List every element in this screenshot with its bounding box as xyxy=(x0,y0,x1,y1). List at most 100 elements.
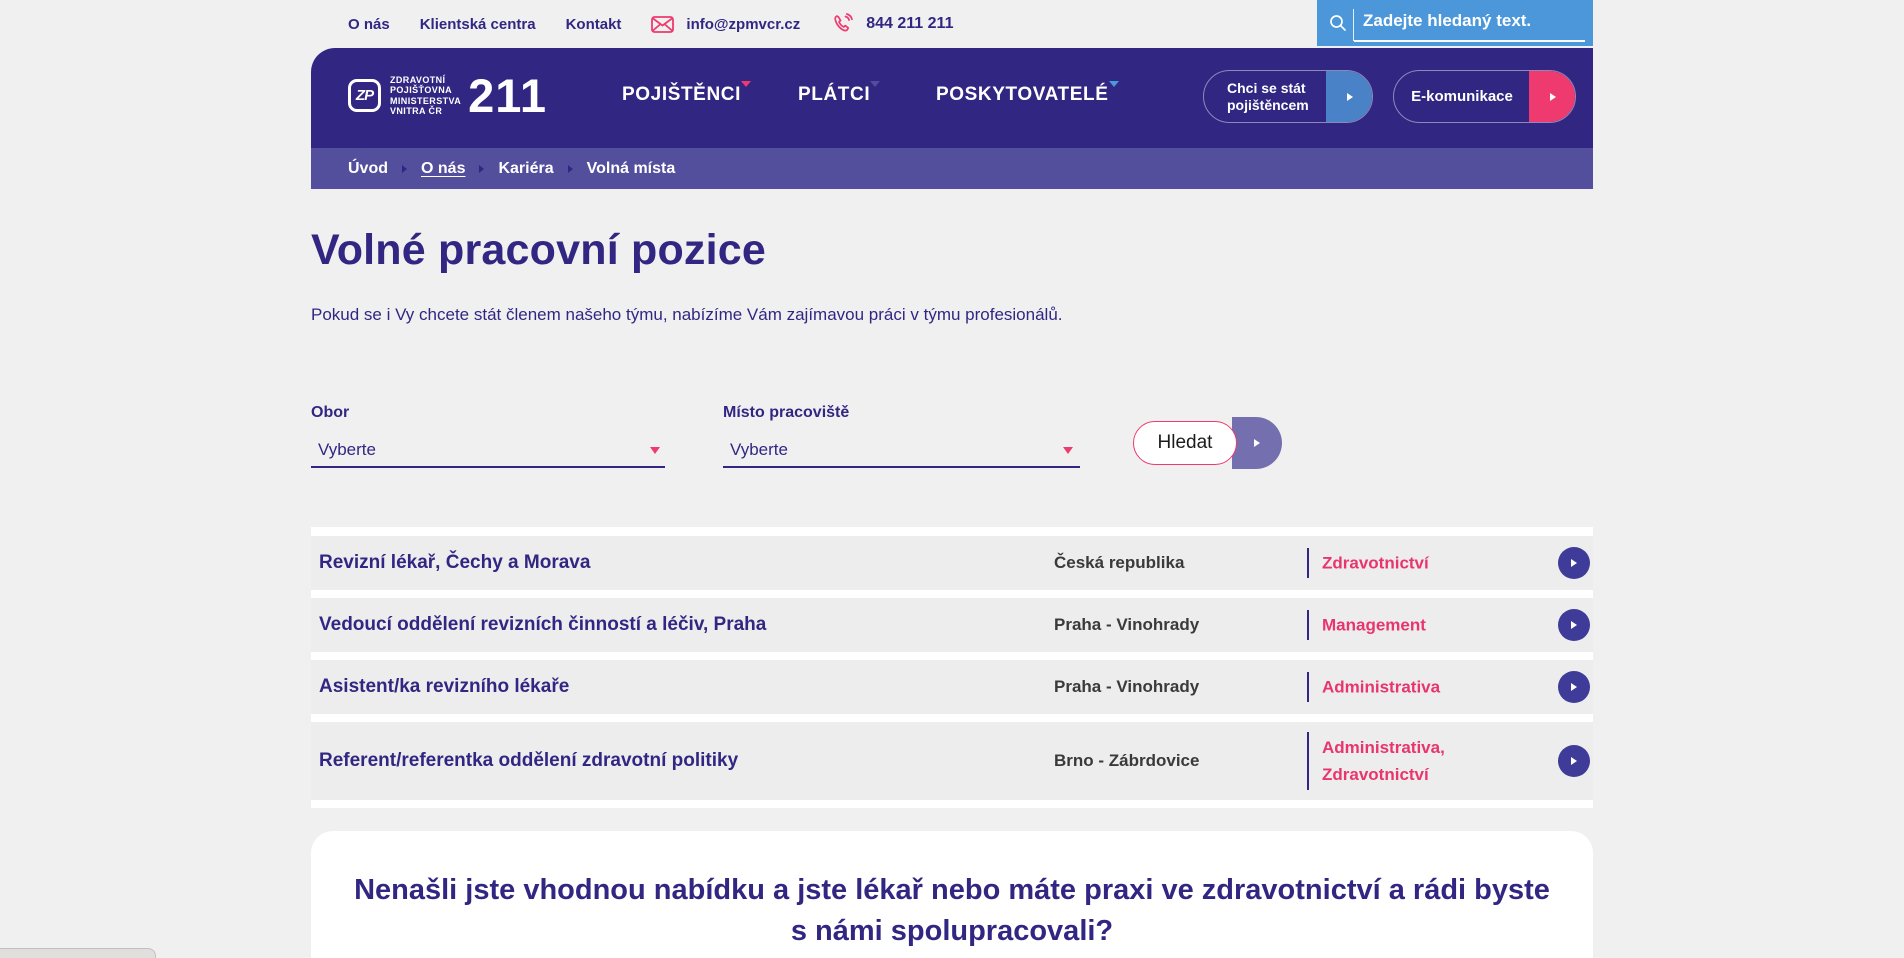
job-title[interactable]: Asistent/ka revizního lékaře xyxy=(319,676,569,698)
arrow-right-icon xyxy=(1571,683,1577,691)
job-category: Administrativa xyxy=(1322,674,1542,701)
nav-item-poskytovatele[interactable]: POSKYTOVATELÉ xyxy=(936,84,1119,106)
breadcrumb-separator-icon xyxy=(568,165,573,173)
job-row[interactable]: Asistent/ka revizního lékaře Praha - Vin… xyxy=(311,660,1593,714)
breadcrumb-separator-icon xyxy=(402,165,407,173)
cta-heading-line: Nenašli jste vhodnou nabídku a jste léka… xyxy=(311,870,1593,911)
nav-item-pojistenci[interactable]: POJIŠTĚNCI xyxy=(622,84,751,106)
job-row[interactable]: Vedoucí oddělení revizních činností a lé… xyxy=(311,598,1593,652)
logo-line: POJIŠŤOVNA xyxy=(390,85,461,96)
breadcrumb-kariera[interactable]: Kariéra xyxy=(498,160,553,178)
breadcrumb-uvod[interactable]: Úvod xyxy=(348,160,388,178)
job-row[interactable]: Revizní lékař, Čechy a Morava Česká repu… xyxy=(311,536,1593,590)
select-caret-icon[interactable] xyxy=(1063,447,1073,454)
chci-se-stat-pojistencem-button[interactable]: Chci se stát pojištěncem xyxy=(1203,70,1373,123)
logo-line: VNITRA ČR xyxy=(390,106,461,117)
logo-line: ZDRAVOTNÍ xyxy=(390,75,461,86)
filter-label-obor: Obor xyxy=(311,404,349,422)
phone-icon xyxy=(830,12,854,36)
main-nav: ZP ZDRAVOTNÍ POJIŠŤOVNA MINISTERSTVA VNI… xyxy=(311,48,1593,148)
job-title[interactable]: Revizní lékař, Čechy a Morava xyxy=(319,552,590,574)
nav-item-label: POJIŠTĚNCI xyxy=(622,84,741,105)
envelope-icon xyxy=(651,16,674,33)
job-list: Revizní lékař, Čechy a Morava Česká repu… xyxy=(311,527,1593,808)
zp-logo-monogram: ZP xyxy=(356,87,373,104)
chevron-down-icon xyxy=(870,81,880,104)
nav-item-label: PLÁTCI xyxy=(798,84,870,105)
button-label: Chci se stát pojištěncem xyxy=(1227,80,1331,114)
search-box[interactable] xyxy=(1317,0,1593,46)
arrow-cap[interactable] xyxy=(1232,417,1282,469)
chevron-down-icon xyxy=(741,81,751,104)
hledat-search-button-group[interactable]: Hledat xyxy=(1133,417,1283,471)
cookie-widget-edge[interactable] xyxy=(0,948,156,958)
topbar-link-o-nas[interactable]: O nás xyxy=(348,16,390,33)
arrow-cap xyxy=(1529,70,1576,123)
job-detail-button[interactable] xyxy=(1558,609,1590,641)
button-label: E-komunikace xyxy=(1394,88,1530,105)
breadcrumb-volna-mista[interactable]: Volná místa xyxy=(587,160,676,178)
email-contact: info@zpmvcr.cz xyxy=(651,16,800,33)
job-location: Česká republika xyxy=(1054,553,1184,573)
page: O nás Klientská centra Kontakt info@zpmv… xyxy=(0,0,1904,958)
job-detail-button[interactable] xyxy=(1558,547,1590,579)
breadcrumb-o-nas[interactable]: O nás xyxy=(421,160,465,178)
topbar-email-link[interactable]: info@zpmvcr.cz xyxy=(686,16,800,33)
breadcrumb-separator-icon xyxy=(479,165,484,173)
arrow-right-icon xyxy=(1254,439,1260,447)
arrow-right-icon xyxy=(1571,621,1577,629)
breadcrumb: Úvod O nás Kariéra Volná místa xyxy=(311,148,1593,189)
hledat-button[interactable]: Hledat xyxy=(1133,421,1237,465)
nav-item-platci[interactable]: PLÁTCI xyxy=(798,84,880,106)
topbar-link-kontakt[interactable]: Kontakt xyxy=(566,16,622,33)
job-detail-button[interactable] xyxy=(1558,745,1590,777)
job-title[interactable]: Vedoucí oddělení revizních činností a lé… xyxy=(319,614,766,636)
chevron-down-icon xyxy=(1109,81,1119,104)
arrow-right-icon xyxy=(1571,757,1577,765)
zp-logo-icon: ZP xyxy=(348,79,381,112)
arrow-right-icon xyxy=(1571,559,1577,567)
cta-card: Nenašli jste vhodnou nabídku a jste léka… xyxy=(311,831,1593,958)
arrow-right-icon xyxy=(1550,93,1556,101)
nav-item-label: POSKYTOVATELÉ xyxy=(936,84,1109,105)
logo-number: 211 xyxy=(468,72,547,119)
page-intro: Pokud se i Vy chcete stát členem našeho … xyxy=(311,305,1063,325)
job-location: Praha - Vinohrady xyxy=(1054,677,1199,697)
job-title[interactable]: Referent/referentka oddělení zdravotní p… xyxy=(319,750,738,772)
cta-heading-line: s námi spolupracovali? xyxy=(311,911,1593,952)
job-category-divider xyxy=(1307,732,1309,790)
job-location: Brno - Zábrdovice xyxy=(1054,751,1199,771)
search-underline xyxy=(1354,40,1585,42)
topbar-links: O nás Klientská centra Kontakt info@zpmv… xyxy=(348,0,953,48)
job-location: Praha - Vinohrady xyxy=(1054,615,1199,635)
topbar-link-klientska-centra[interactable]: Klientská centra xyxy=(420,16,536,33)
job-row[interactable]: Referent/referentka oddělení zdravotní p… xyxy=(311,722,1593,800)
arrow-cap xyxy=(1326,70,1373,123)
filter-label-misto-pracoviste: Místo pracoviště xyxy=(723,404,849,422)
search-icon xyxy=(1327,12,1349,39)
select-underline xyxy=(311,466,665,468)
misto-pracoviste-select[interactable]: Vyberte xyxy=(730,440,788,460)
phone-contact: 844 211 211 xyxy=(830,12,953,36)
topbar: O nás Klientská centra Kontakt info@zpmv… xyxy=(0,0,1904,48)
select-underline xyxy=(723,466,1080,468)
job-category-divider xyxy=(1307,610,1309,640)
e-komunikace-button[interactable]: E-komunikace xyxy=(1393,70,1576,123)
search-input[interactable] xyxy=(1363,0,1583,42)
job-category: Management xyxy=(1322,612,1542,639)
logo-line: MINISTERSTVA xyxy=(390,96,461,107)
job-category: Administrativa, Zdravotnictví xyxy=(1322,734,1542,788)
job-category-divider xyxy=(1307,548,1309,578)
topbar-phone-link[interactable]: 844 211 211 xyxy=(866,15,953,33)
job-detail-button[interactable] xyxy=(1558,671,1590,703)
job-category: Zdravotnictví xyxy=(1322,550,1542,577)
obor-select[interactable]: Vyberte xyxy=(318,440,376,460)
job-category-divider xyxy=(1307,672,1309,702)
cta-heading: Nenašli jste vhodnou nabídku a jste léka… xyxy=(311,870,1593,952)
arrow-right-icon xyxy=(1347,93,1353,101)
select-caret-icon[interactable] xyxy=(650,447,660,454)
logo[interactable]: ZP ZDRAVOTNÍ POJIŠŤOVNA MINISTERSTVA VNI… xyxy=(348,72,547,119)
page-title: Volné pracovní pozice xyxy=(311,226,766,275)
logo-text: ZDRAVOTNÍ POJIŠŤOVNA MINISTERSTVA VNITRA… xyxy=(390,75,461,117)
search-divider xyxy=(1353,9,1354,41)
